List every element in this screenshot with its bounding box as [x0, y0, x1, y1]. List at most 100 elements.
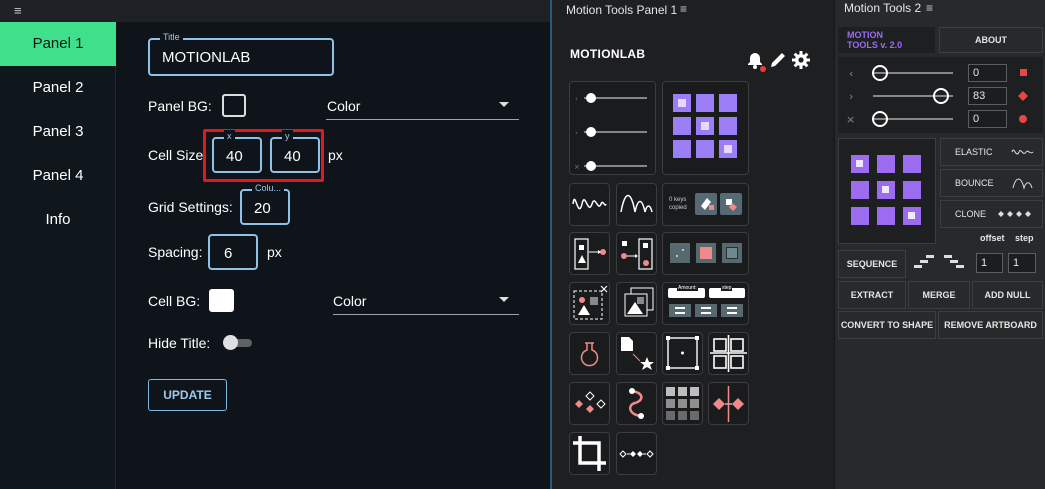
split-boxes-tile[interactable] — [708, 332, 749, 375]
nav-panel-4[interactable]: Panel 4 — [0, 154, 116, 198]
fill-square-icon — [696, 243, 716, 263]
hide-title-label: Hide Title: — [148, 335, 211, 351]
remove-artboard-button[interactable]: REMOVE ARTBOARD — [938, 311, 1043, 339]
cell-bg-select-value: Color — [333, 293, 367, 309]
spacing-unit: px — [267, 244, 282, 260]
cell-bg-swatch[interactable] — [209, 289, 234, 312]
spacing-field[interactable]: 6 — [208, 234, 258, 270]
svg-text:‹: ‹ — [849, 67, 853, 80]
sequence-forward-icon[interactable] — [912, 252, 936, 277]
toggle-knob — [223, 335, 238, 350]
grid-columns-legend: Colu... — [252, 182, 285, 194]
cell-y-field[interactable]: y 40 — [270, 130, 320, 173]
clone-label: CLONE — [955, 209, 987, 219]
path-tile[interactable] — [616, 382, 657, 425]
crop-tile[interactable] — [569, 432, 610, 475]
panel-bg-select[interactable]: Color — [326, 95, 519, 120]
add-null-button[interactable]: ADD NULL — [972, 281, 1043, 309]
amount-step-tile[interactable]: Amount: step — [662, 282, 749, 325]
step-label: step — [1015, 233, 1034, 243]
right-grid-preview[interactable] — [838, 138, 936, 244]
elastic-label: ELASTIC — [955, 147, 993, 157]
svg-text:‹: ‹ — [575, 95, 578, 103]
pencil-icon[interactable] — [768, 50, 788, 75]
brand-title: MOTION TOOLS v. 2.0 — [847, 30, 903, 50]
right-panel-title: Motion Tools 2 — [844, 1, 922, 15]
bell-icon[interactable] — [744, 50, 766, 77]
menu-icon[interactable]: ≡ — [14, 3, 22, 18]
elastic-wave-tile[interactable] — [569, 183, 610, 226]
sequence-backward-icon[interactable] — [942, 252, 966, 277]
flask-tile[interactable] — [569, 332, 610, 375]
title-value: MOTIONLAB — [162, 49, 251, 66]
panel-bg-swatch[interactable] — [222, 94, 246, 117]
layers-tile[interactable] — [616, 282, 657, 325]
middle-panel-title: Motion Tools Panel 1 — [566, 3, 678, 17]
elastic-button[interactable]: ELASTIC — [940, 138, 1043, 166]
diamond-keys-tile[interactable] — [569, 382, 610, 425]
extract-button[interactable]: EXTRACT — [838, 281, 906, 309]
anchor-box-tile[interactable] — [662, 332, 703, 375]
file-to-star-tile[interactable] — [616, 332, 657, 375]
align-center-icon — [695, 304, 717, 317]
dot-to-shape-tile[interactable] — [616, 232, 657, 275]
nav-info[interactable]: Info — [0, 198, 116, 242]
precompose-tile[interactable] — [569, 282, 610, 325]
grid-settings-label: Grid Settings: — [148, 199, 233, 215]
menu-icon[interactable]: ≡ — [680, 2, 687, 16]
gray-grid-tile[interactable] — [662, 382, 703, 425]
panel-bg-label: Panel BG: — [148, 98, 212, 114]
copy-keys-tile[interactable]: 0 keys copied — [662, 183, 749, 226]
stroke-square-icon — [722, 243, 742, 263]
chevron-down-icon — [499, 102, 509, 107]
cell-bg-select[interactable]: Color — [333, 290, 519, 315]
sidebar: Panel 1 Panel 2 Panel 3 Panel 4 Info — [0, 22, 116, 489]
chevron-down-icon — [499, 297, 509, 302]
slider-1-value[interactable]: 0 — [968, 64, 1007, 82]
grid-columns-field[interactable]: Colu... 20 — [240, 182, 290, 225]
merge-button[interactable]: MERGE — [908, 281, 970, 309]
slider-2-value[interactable]: 83 — [968, 87, 1007, 105]
slider-3-value[interactable]: 0 — [968, 110, 1007, 128]
gear-icon[interactable] — [791, 50, 811, 75]
hide-title-toggle[interactable] — [223, 335, 252, 350]
cell-x-field[interactable]: x 40 — [212, 130, 262, 173]
grid-preview-tile[interactable] — [662, 81, 749, 175]
update-button[interactable]: UPDATE — [148, 379, 227, 411]
about-button[interactable]: ABOUT — [939, 27, 1043, 53]
amount-field: Amount: — [668, 285, 705, 298]
bounce-button[interactable]: BOUNCE — [940, 169, 1043, 197]
sequence-button[interactable]: SEQUENCE — [838, 250, 906, 278]
align-left-icon — [669, 304, 691, 317]
clone-button[interactable]: CLONE — [940, 200, 1043, 228]
shape-to-dot-tile[interactable] — [569, 232, 610, 275]
convert-to-shape-button[interactable]: CONVERT TO SHAPE — [838, 311, 936, 339]
sliders-tile[interactable]: ‹ › × — [569, 81, 656, 175]
spacing-value: 6 — [224, 245, 233, 262]
cell-x-value: 40 — [226, 148, 243, 165]
cell-size-unit: px — [328, 147, 343, 163]
panel-bg-select-value: Color — [327, 98, 361, 114]
bounce-wave-tile[interactable] — [616, 183, 657, 226]
step-value[interactable]: 1 — [1008, 253, 1036, 273]
slider-group: ‹ › × — [838, 57, 1043, 133]
align-tile[interactable] — [662, 232, 749, 275]
menu-icon[interactable]: ≡ — [926, 1, 933, 15]
grid-columns-value: 20 — [254, 200, 271, 217]
title-legend: Title — [160, 31, 183, 43]
middle-logo: MOTIONLAB — [570, 47, 646, 61]
spacing-label: Spacing: — [148, 244, 203, 260]
svg-text:›: › — [575, 129, 578, 137]
svg-text:›: › — [849, 90, 853, 103]
nav-panel-1[interactable]: Panel 1 — [0, 22, 116, 66]
title-field[interactable]: Title MOTIONLAB — [148, 31, 334, 76]
offset-value[interactable]: 1 — [976, 253, 1003, 273]
step-field: step — [709, 285, 745, 298]
key-sequence-tile[interactable] — [616, 432, 657, 475]
align-right-icon — [721, 304, 743, 317]
split-keys-tile[interactable] — [708, 382, 749, 425]
left-panel-header — [0, 0, 551, 22]
nav-panel-3[interactable]: Panel 3 — [0, 110, 116, 154]
svg-text:×: × — [846, 113, 855, 126]
nav-panel-2[interactable]: Panel 2 — [0, 66, 116, 110]
